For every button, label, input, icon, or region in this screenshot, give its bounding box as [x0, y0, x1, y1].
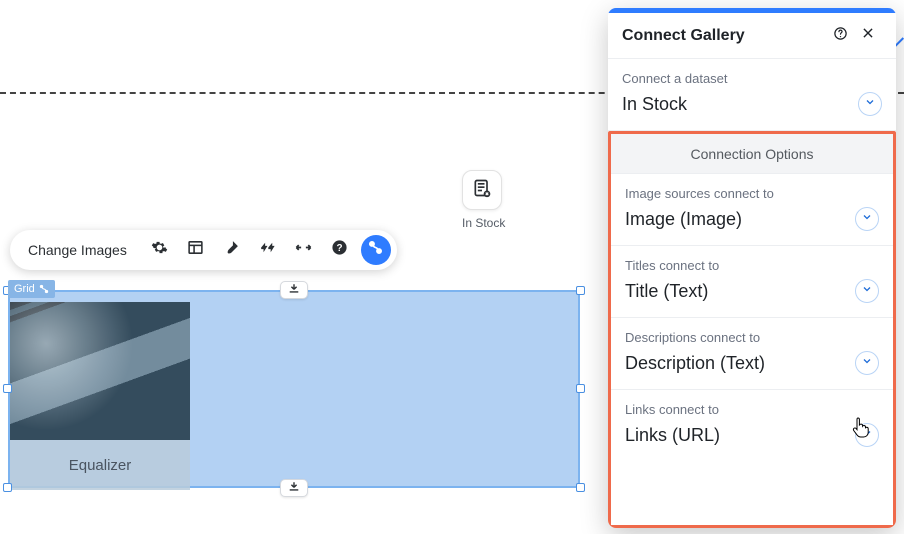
connect-data-button[interactable] [361, 235, 391, 265]
connect-gallery-panel: Connect Gallery Connect a dataset In Sto… [608, 8, 896, 528]
connect-dataset-label: Connect a dataset [622, 71, 882, 86]
resize-handle[interactable] [3, 384, 12, 393]
panel-close-button[interactable] [854, 26, 882, 45]
database-icon [472, 178, 492, 203]
download-icon [288, 281, 300, 299]
panel-help-button[interactable] [826, 26, 854, 46]
dataset-chip-label: In Stock [462, 216, 502, 230]
links-dropdown[interactable] [855, 423, 879, 447]
titles-value: Title (Text) [625, 281, 708, 302]
links-value: Links (URL) [625, 425, 720, 446]
links-label: Links connect to [625, 402, 879, 417]
gallery-card: Equalizer [10, 302, 190, 490]
gallery-card-image [10, 302, 190, 440]
descriptions-value: Description (Text) [625, 353, 765, 374]
chevron-down-icon [861, 354, 873, 372]
dataset-chip[interactable]: In Stock [462, 170, 502, 230]
help-icon [833, 26, 848, 46]
selected-gallery-element[interactable]: Grid Equalizer [8, 280, 580, 498]
connect-icon [367, 239, 384, 261]
stretch-handle-bottom[interactable] [280, 479, 308, 497]
chevron-down-icon [861, 210, 873, 228]
titles-label: Titles connect to [625, 258, 879, 273]
close-icon [861, 26, 875, 45]
stretch-icon [294, 239, 313, 261]
animation-button[interactable] [253, 235, 283, 265]
stretch-button[interactable] [289, 235, 319, 265]
layout-button[interactable] [181, 235, 211, 265]
titles-dropdown[interactable] [855, 279, 879, 303]
connect-dataset-dropdown[interactable] [858, 92, 882, 116]
chevron-down-icon [861, 282, 873, 300]
help-icon: ? [331, 239, 348, 261]
links-section: Links connect to Links (URL) [611, 390, 893, 461]
connected-indicator-icon [39, 284, 49, 294]
descriptions-label: Descriptions connect to [625, 330, 879, 345]
connection-options-highlight: Connection Options Image sources connect… [608, 131, 896, 528]
stretch-handle-top[interactable] [280, 281, 308, 299]
titles-section: Titles connect to Title (Text) [611, 246, 893, 318]
resize-handle[interactable] [576, 384, 585, 393]
resize-handle[interactable] [3, 483, 12, 492]
help-button[interactable]: ? [325, 235, 355, 265]
connect-dataset-value: In Stock [622, 94, 687, 115]
panel-title: Connect Gallery [622, 27, 826, 45]
gear-icon [151, 239, 168, 261]
connect-dataset-section: Connect a dataset In Stock [608, 59, 896, 131]
svg-text:?: ? [337, 243, 343, 254]
layout-icon [187, 239, 204, 261]
element-type-tag[interactable]: Grid [8, 280, 55, 298]
animation-icon [258, 239, 277, 261]
chevron-down-icon [861, 426, 873, 444]
chevron-down-icon [864, 95, 876, 113]
design-button[interactable] [217, 235, 247, 265]
panel-header: Connect Gallery [608, 13, 896, 59]
settings-button[interactable] [145, 235, 175, 265]
gallery-card-caption: Equalizer [10, 440, 190, 490]
download-icon [288, 479, 300, 497]
resize-handle[interactable] [576, 483, 585, 492]
image-sources-dropdown[interactable] [855, 207, 879, 231]
selection-rect: Equalizer [8, 290, 580, 488]
descriptions-dropdown[interactable] [855, 351, 879, 375]
change-images-button[interactable]: Change Images [16, 235, 139, 265]
element-toolbar: Change Images ? [10, 230, 397, 270]
descriptions-section: Descriptions connect to Description (Tex… [611, 318, 893, 390]
brush-icon [223, 239, 240, 261]
image-sources-label: Image sources connect to [625, 186, 879, 201]
image-sources-value: Image (Image) [625, 209, 742, 230]
connection-options-header: Connection Options [611, 134, 893, 174]
image-sources-section: Image sources connect to Image (Image) [611, 174, 893, 246]
resize-handle[interactable] [576, 286, 585, 295]
